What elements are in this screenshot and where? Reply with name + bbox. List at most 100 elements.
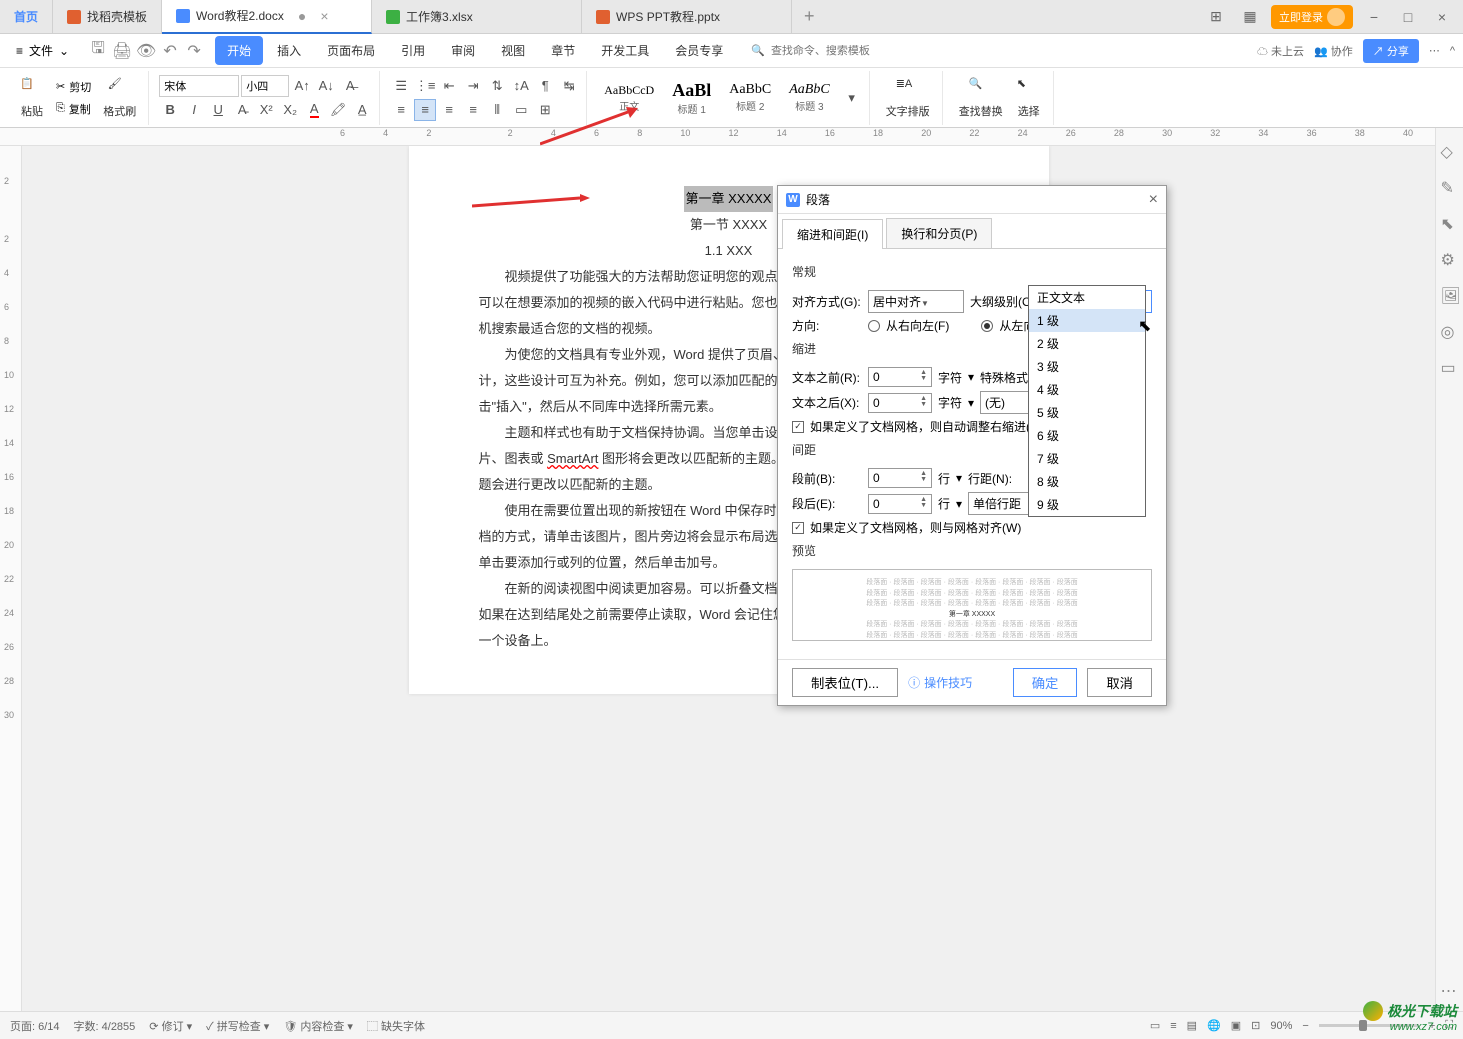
- underline-icon[interactable]: U: [207, 99, 229, 121]
- status-font[interactable]: ⬚ 缺失字体: [367, 1018, 425, 1034]
- rtab-ref[interactable]: 引用: [389, 36, 437, 65]
- style-body[interactable]: AaBbCcD 正文: [597, 80, 661, 116]
- side-assistant-icon[interactable]: ◇: [1441, 142, 1459, 160]
- align-right-icon[interactable]: ≡: [438, 99, 460, 121]
- clear-format-icon[interactable]: A̶: [339, 75, 361, 97]
- side-image-icon[interactable]: 🖼: [1441, 286, 1459, 304]
- cut-button[interactable]: ✂ 剪切: [52, 77, 95, 97]
- styles-more-icon[interactable]: ▾: [841, 87, 863, 109]
- style-h2[interactable]: AaBbC 标题 2: [722, 79, 778, 116]
- layout-icon[interactable]: ⊞: [1203, 4, 1229, 30]
- view-print-icon[interactable]: ▭: [1150, 1019, 1160, 1032]
- collapse-ribbon-icon[interactable]: ^: [1450, 45, 1455, 57]
- view-read-icon[interactable]: ▣: [1231, 1019, 1241, 1032]
- status-page[interactable]: 页面: 6/14: [10, 1018, 60, 1034]
- style-h1[interactable]: AaBl 标题 1: [665, 77, 718, 119]
- paste-button[interactable]: 📋 粘贴: [14, 75, 50, 121]
- rtab-member[interactable]: 会员专享: [663, 36, 735, 65]
- status-content[interactable]: 🛡 内容检查 ▾: [283, 1018, 353, 1034]
- style-h3[interactable]: AaBbC 标题 3: [782, 79, 836, 116]
- zoom-value[interactable]: 90%: [1270, 1020, 1292, 1032]
- side-target-icon[interactable]: ◎: [1441, 322, 1459, 340]
- view-web-icon[interactable]: 🌐: [1207, 1019, 1221, 1032]
- align-left-icon[interactable]: ≡: [390, 99, 412, 121]
- tab-add[interactable]: +: [792, 6, 827, 27]
- word-layout-button[interactable]: ≣A 文字排版: [880, 75, 936, 121]
- list-bullet-icon[interactable]: ☰: [390, 75, 412, 97]
- ok-button[interactable]: 确定: [1013, 668, 1078, 697]
- outline-opt-2[interactable]: 2 级: [1029, 332, 1145, 355]
- select-button[interactable]: ⬉ 选择: [1011, 75, 1047, 121]
- collab-button[interactable]: 👥 协作: [1314, 43, 1353, 59]
- window-close[interactable]: ×: [1429, 4, 1455, 30]
- char-border-icon[interactable]: A̲: [351, 99, 373, 121]
- border-icon[interactable]: ⊞: [534, 99, 556, 121]
- view-layout-icon[interactable]: ≡: [1170, 1020, 1176, 1032]
- preview-icon[interactable]: 👁: [135, 40, 157, 62]
- op-tips-link[interactable]: ⓘ 操作技巧: [908, 674, 972, 691]
- status-revision[interactable]: ⟳ 修订 ▾: [149, 1018, 192, 1034]
- window-minimize[interactable]: −: [1361, 4, 1387, 30]
- tab-home[interactable]: 首页: [0, 0, 53, 34]
- outline-opt-5[interactable]: 5 级: [1029, 401, 1145, 424]
- dialog-tab-break[interactable]: 换行和分页(P): [886, 218, 992, 248]
- rtab-dev[interactable]: 开发工具: [589, 36, 661, 65]
- rtab-layout[interactable]: 页面布局: [315, 36, 387, 65]
- ruler-vertical[interactable]: 224681012141618202224262830: [0, 146, 22, 1011]
- font-name-select[interactable]: [159, 75, 239, 97]
- auto-indent-check[interactable]: ✓: [792, 421, 804, 433]
- format-painter-button[interactable]: 🖌 格式刷: [97, 75, 142, 121]
- font-size-select[interactable]: [241, 75, 289, 97]
- highlight-icon[interactable]: 🖍: [327, 99, 349, 121]
- rtab-section[interactable]: 章节: [539, 36, 587, 65]
- indent-dec-icon[interactable]: ⇤: [438, 75, 460, 97]
- grid-icon[interactable]: ▦: [1237, 4, 1263, 30]
- align-select[interactable]: 居中对齐▼: [868, 290, 964, 313]
- strike-icon[interactable]: A̵: [231, 99, 253, 121]
- list-number-icon[interactable]: ⋮≡: [414, 75, 436, 97]
- window-maximize[interactable]: □: [1395, 4, 1421, 30]
- print-icon[interactable]: 🖨: [111, 40, 133, 62]
- outline-opt-6[interactable]: 6 级: [1029, 424, 1145, 447]
- side-screen-icon[interactable]: ▭: [1441, 358, 1459, 376]
- distribute-icon[interactable]: ⫴: [486, 99, 508, 121]
- zoom-fit-icon[interactable]: ⊡: [1251, 1019, 1260, 1032]
- cancel-button[interactable]: 取消: [1087, 668, 1152, 697]
- shrink-font-icon[interactable]: A↓: [315, 75, 337, 97]
- italic-icon[interactable]: I: [183, 99, 205, 121]
- side-cursor-icon[interactable]: ⬉: [1441, 214, 1459, 232]
- bold-icon[interactable]: B: [159, 99, 181, 121]
- outline-opt-7[interactable]: 7 级: [1029, 447, 1145, 470]
- zoom-out-icon[interactable]: −: [1302, 1020, 1308, 1032]
- command-search[interactable]: 🔍: [751, 44, 911, 57]
- grow-font-icon[interactable]: A↑: [291, 75, 313, 97]
- status-spell[interactable]: ✓ 拼写检查 ▾: [206, 1018, 269, 1034]
- ruler-horizontal[interactable]: 642246810121416182022242628303234363840: [0, 128, 1463, 146]
- shading-icon[interactable]: ▭: [510, 99, 532, 121]
- grid-align-check[interactable]: ✓: [792, 522, 804, 534]
- tab-template[interactable]: 找稻壳模板: [53, 0, 162, 34]
- search-input[interactable]: [771, 45, 911, 57]
- before-text-spin[interactable]: 0▲▼: [868, 367, 932, 387]
- more-icon[interactable]: ⋯: [1429, 44, 1440, 57]
- dialog-tab-indent[interactable]: 缩进和间距(I): [782, 219, 883, 249]
- cloud-status[interactable]: ☁ 未上云: [1257, 43, 1304, 59]
- tab-xlsx[interactable]: 工作簿3.xlsx: [372, 0, 582, 34]
- line-spacing-icon[interactable]: ⇅: [486, 75, 508, 97]
- side-pen-icon[interactable]: ✎: [1441, 178, 1459, 196]
- before-para-spin[interactable]: 0▲▼: [868, 468, 932, 488]
- tab-ppt[interactable]: WPS PPT教程.pptx: [582, 0, 792, 34]
- outline-opt-8[interactable]: 8 级: [1029, 470, 1145, 493]
- outline-opt-3[interactable]: 3 级: [1029, 355, 1145, 378]
- side-more-icon[interactable]: ⋯: [1441, 981, 1459, 999]
- rtab-review[interactable]: 审阅: [439, 36, 487, 65]
- tab-icon[interactable]: ↹: [558, 75, 580, 97]
- rtab-insert[interactable]: 插入: [265, 36, 313, 65]
- dialog-close-icon[interactable]: ×: [1149, 191, 1158, 209]
- outline-opt-0[interactable]: 正文文本: [1029, 286, 1145, 309]
- rtab-start[interactable]: 开始: [215, 36, 263, 65]
- tab-stops-button[interactable]: 制表位(T)...: [792, 668, 898, 697]
- radio-rtl[interactable]: [868, 320, 880, 332]
- align-justify-icon[interactable]: ≡: [462, 99, 484, 121]
- pin-icon[interactable]: ●: [298, 8, 306, 24]
